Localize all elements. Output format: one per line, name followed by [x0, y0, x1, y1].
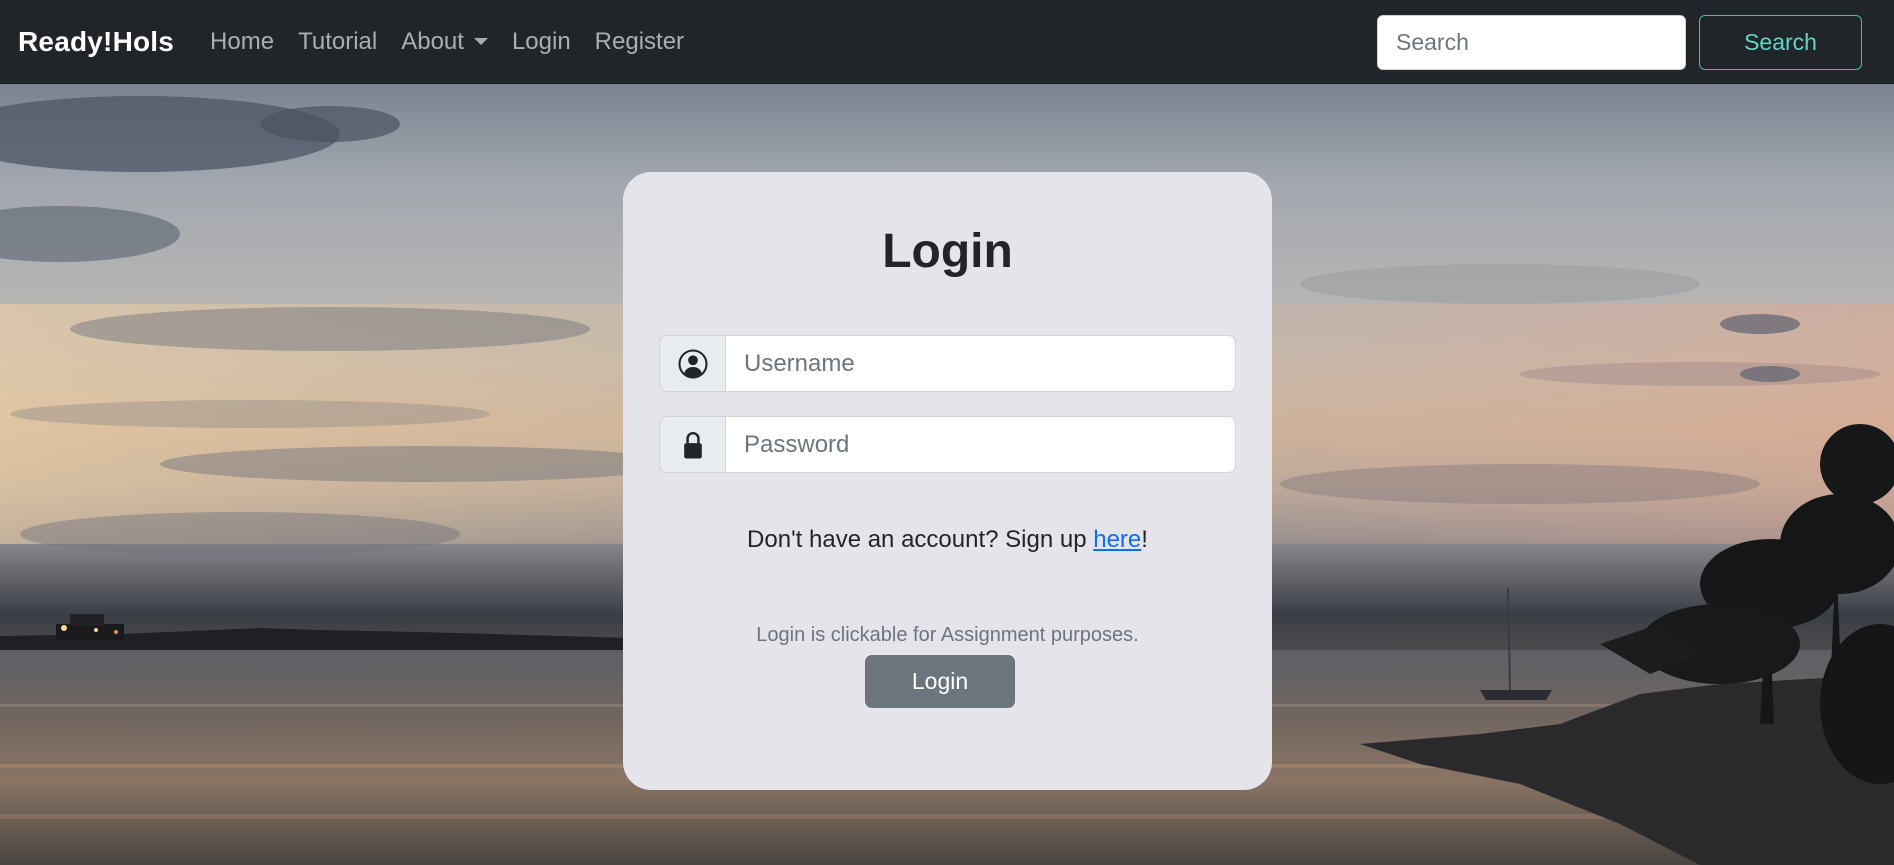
nav-link-login[interactable]: Login — [500, 28, 583, 56]
nav-link-tutorial[interactable]: Tutorial — [286, 28, 389, 56]
search-input[interactable] — [1377, 15, 1686, 70]
lock-icon — [683, 431, 702, 458]
search-form: Search — [1377, 15, 1862, 70]
nav-link-home[interactable]: Home — [198, 28, 286, 56]
signup-here-link[interactable]: here — [1093, 526, 1141, 553]
user-circle-icon — [677, 348, 708, 379]
username-input[interactable] — [725, 335, 1236, 392]
search-button[interactable]: Search — [1699, 15, 1862, 70]
caret-down-icon — [473, 38, 488, 45]
login-button[interactable]: Login — [865, 655, 1015, 708]
password-addon — [659, 416, 725, 473]
password-input-group — [659, 416, 1236, 473]
signup-prefix-text: Don't have an account? Sign up — [747, 526, 1094, 553]
brand-logo[interactable]: Ready!Hols — [18, 26, 174, 58]
nav-dropdown-about-label: About — [401, 27, 464, 55]
password-input[interactable] — [725, 416, 1236, 473]
top-navbar: Ready!Hols Home Tutorial About Login Reg… — [0, 0, 1894, 84]
username-addon — [659, 335, 725, 392]
nav-dropdown-about[interactable]: About — [389, 28, 500, 56]
signup-suffix-text: ! — [1141, 526, 1148, 553]
login-card: Login Don't have an account? Sign up her… — [623, 172, 1272, 790]
login-title: Login — [882, 225, 1013, 278]
nav-links: Home Tutorial About Login Register — [198, 28, 696, 56]
nav-link-register[interactable]: Register — [583, 28, 696, 56]
username-input-group — [659, 335, 1236, 392]
assignment-note: Login is clickable for Assignment purpos… — [756, 624, 1139, 646]
signup-prompt: Don't have an account? Sign up here! — [623, 526, 1272, 554]
